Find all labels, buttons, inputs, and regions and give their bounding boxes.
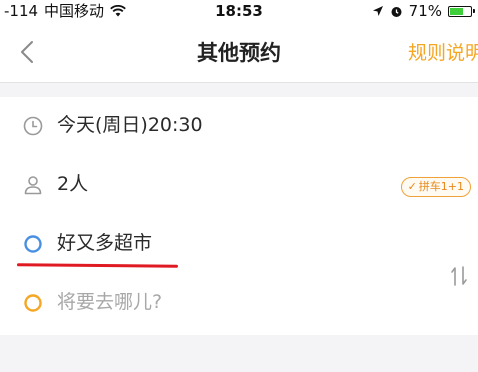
carpool-label: 拼车1+1 [418, 180, 464, 193]
battery-icon [448, 5, 475, 17]
destination-circle-icon [24, 294, 42, 312]
nav-bar: 其他预约 规则说明 [0, 22, 478, 83]
person-icon [24, 176, 42, 195]
clock-icon [23, 116, 43, 136]
check-icon: ✓ [407, 180, 417, 193]
destination-row[interactable]: 将要去哪儿? [0, 275, 478, 333]
origin-circle-icon [24, 235, 42, 253]
location-arrow-icon [372, 6, 383, 16]
status-bar: -114 中国移动 18:53 71% [0, 0, 478, 22]
origin-value: 好又多超市 [57, 232, 153, 254]
page-title: 其他预约 [197, 41, 281, 65]
time-value: 今天(周日)20:30 [57, 114, 203, 136]
booking-card: 今天(周日)20:30 2人 ✓ 拼车1+1 好又多超市 将要去哪儿? [0, 97, 478, 335]
time-row[interactable]: 今天(周日)20:30 [0, 97, 478, 155]
battery-level [450, 7, 463, 15]
status-right: 71% [372, 2, 475, 20]
alarm-icon [391, 6, 402, 17]
destination-input[interactable]: 将要去哪儿? [57, 290, 162, 314]
rules-link[interactable]: 规则说明 [408, 41, 478, 65]
passengers-value: 2人 [57, 173, 89, 195]
carpool-badge[interactable]: ✓ 拼车1+1 [400, 177, 471, 197]
battery-percent: 71% [408, 2, 442, 20]
